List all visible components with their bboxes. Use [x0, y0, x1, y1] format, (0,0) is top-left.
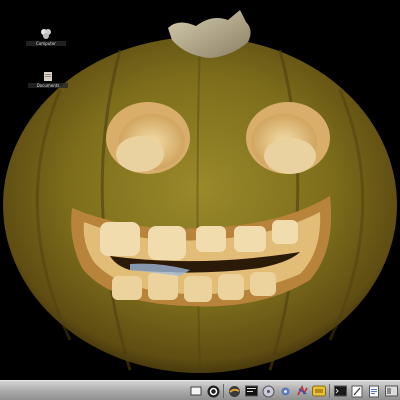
pumpkin-tooth	[148, 272, 178, 300]
desktop-icon-computer[interactable]: Computer	[26, 28, 66, 46]
desktop: Computer Documents	[0, 0, 400, 380]
tray-separator	[223, 384, 224, 398]
desktop-icon-documents[interactable]: Documents	[28, 70, 68, 88]
circle-app-icon[interactable]	[206, 384, 220, 398]
media-player-icon[interactable]	[261, 384, 275, 398]
file-manager-icon[interactable]	[384, 384, 398, 398]
document-icon[interactable]	[367, 384, 381, 398]
pumpkin-wallpaper	[3, 10, 397, 373]
computer-icon	[41, 29, 51, 39]
mail-icon[interactable]	[295, 384, 309, 398]
console-icon[interactable]	[333, 384, 347, 398]
settings-icon[interactable]	[278, 384, 292, 398]
browser-icon[interactable]	[227, 384, 241, 398]
pumpkin-tooth	[148, 226, 186, 260]
app-launcher-icon[interactable]	[312, 384, 326, 398]
editor-icon[interactable]	[350, 384, 364, 398]
pumpkin-tooth	[272, 220, 298, 244]
pumpkin-tooth	[234, 226, 266, 252]
folder-icon	[44, 72, 52, 81]
desktop-icon-label: Documents	[28, 83, 68, 88]
system-tray	[186, 383, 398, 399]
taskbar	[0, 380, 400, 400]
pumpkin-tooth	[112, 276, 142, 300]
desktop-icon-label: Computer	[26, 41, 66, 46]
pumpkin-tooth	[100, 222, 140, 256]
terminal-icon[interactable]	[244, 384, 258, 398]
pumpkin-tooth	[196, 226, 226, 252]
tray-separator	[329, 384, 330, 398]
pumpkin-tooth	[184, 276, 212, 302]
show-desktop-icon[interactable]	[189, 384, 203, 398]
pumpkin-tooth	[250, 272, 276, 296]
pumpkin-tooth	[218, 274, 244, 300]
